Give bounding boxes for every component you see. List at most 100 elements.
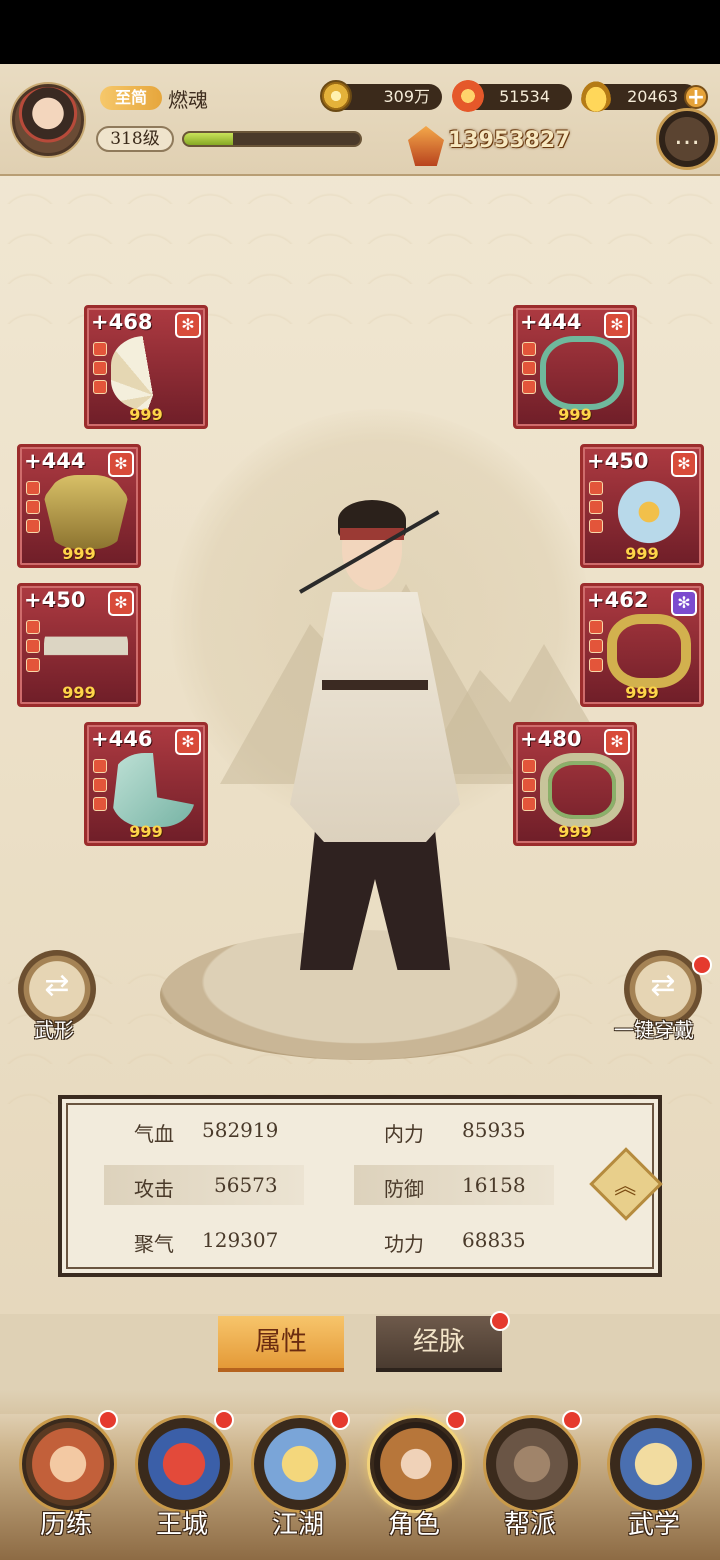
chat-button[interactable] <box>656 108 718 170</box>
gem-socket-icon <box>604 312 630 338</box>
stat-label: 气血 <box>134 1122 174 1146</box>
character-model[interactable] <box>260 500 490 1000</box>
enhance-level: +462 <box>587 588 649 612</box>
belt-icon <box>44 614 128 688</box>
item-count: 999 <box>62 683 96 702</box>
flame-crystal-value: 51534 <box>499 87 550 106</box>
martial-scroll-icon <box>610 1418 702 1510</box>
notification-dot <box>490 1311 510 1331</box>
stat-label: 攻击 <box>134 1177 174 1201</box>
notification-dot <box>214 1410 234 1430</box>
equip-slot-fan[interactable]: +468 999 <box>84 305 208 429</box>
equip-slot-boots[interactable]: +446 999 <box>84 722 208 846</box>
gem-socket-icon <box>175 729 201 755</box>
enhance-level: +480 <box>520 727 582 751</box>
tab-meridians[interactable]: 经脉 <box>376 1316 502 1372</box>
stat-label: 聚气 <box>134 1232 174 1256</box>
sword-lion-icon <box>254 1418 346 1510</box>
nav-character[interactable]: 角色 <box>360 1408 468 1558</box>
exp-bar <box>182 131 362 147</box>
refine-pips <box>26 481 40 538</box>
notification-dot <box>330 1410 350 1430</box>
refine-pips <box>522 759 536 816</box>
nav-label: 王城 <box>155 1510 208 1540</box>
item-count: 999 <box>62 544 96 563</box>
gem-socket-icon <box>108 451 134 477</box>
stat-value: 56573 <box>214 1173 278 1197</box>
enhance-level: +444 <box>520 310 582 334</box>
auto-equip-label: 一键穿戴 <box>614 1018 694 1042</box>
item-count: 999 <box>129 405 163 424</box>
gold-ingot-icon <box>580 80 612 112</box>
refine-pips <box>589 481 603 538</box>
stat-value: 85935 <box>462 1118 526 1142</box>
status-bar <box>0 0 720 64</box>
wave-pattern <box>0 164 720 324</box>
stat-row: 聚气 129307 功力 68835 <box>104 1220 564 1260</box>
notification-dot <box>446 1410 466 1430</box>
flame-crystal-icon <box>452 80 484 112</box>
enhance-level: +450 <box>24 588 86 612</box>
copper-coin-counter[interactable]: 309万 <box>320 80 442 112</box>
stat-label: 防御 <box>384 1177 424 1201</box>
nav-training[interactable]: 历练 <box>12 1408 120 1558</box>
gem-socket-icon <box>175 312 201 338</box>
gem-socket-icon <box>671 590 697 616</box>
gem-socket-icon <box>108 590 134 616</box>
stat-label: 功力 <box>384 1232 424 1256</box>
player-header <box>0 64 720 176</box>
nav-label: 武学 <box>627 1510 680 1540</box>
armor-icon <box>44 475 128 549</box>
palace-gate-icon <box>138 1418 230 1510</box>
notification-dot <box>692 955 712 975</box>
boots-icon <box>111 753 195 827</box>
equip-slot-belt[interactable]: +450 999 <box>17 583 141 707</box>
item-count: 999 <box>558 822 592 841</box>
refine-pips <box>589 620 603 677</box>
stat-value: 582919 <box>202 1118 279 1142</box>
equip-slot-armor[interactable]: +444 999 <box>17 444 141 568</box>
nav-jianghu[interactable]: 江湖 <box>244 1408 352 1558</box>
item-count: 999 <box>625 683 659 702</box>
training-scroll-icon <box>22 1418 114 1510</box>
gold-ingot-counter[interactable]: 20463 <box>580 80 698 112</box>
gold-ingot-value: 20463 <box>627 87 678 106</box>
item-count: 999 <box>558 405 592 424</box>
equip-slot-hairpin[interactable]: +450 999 <box>580 444 704 568</box>
flower-hairpin-icon <box>607 475 691 549</box>
tab-attributes[interactable]: 属性 <box>218 1316 344 1372</box>
guild-seal-icon <box>486 1418 578 1510</box>
enhance-level: +444 <box>24 449 86 473</box>
player-avatar[interactable] <box>12 84 84 156</box>
notification-dot <box>98 1410 118 1430</box>
copper-coin-value: 309万 <box>383 87 430 106</box>
appearance-label: 武形 <box>34 1018 74 1042</box>
stat-label: 内力 <box>384 1122 424 1146</box>
item-count: 999 <box>129 822 163 841</box>
recharge-plus-button[interactable]: + <box>684 85 708 109</box>
nav-guild[interactable]: 帮派 <box>476 1408 584 1558</box>
rank-badge: 至简 <box>100 86 162 110</box>
stat-value: 129307 <box>202 1228 279 1252</box>
enhance-level: +468 <box>91 310 153 334</box>
copper-coin-icon <box>320 80 352 112</box>
refine-pips <box>93 342 107 399</box>
refine-pips <box>522 342 536 399</box>
combat-power-value: 13953827 <box>448 128 571 153</box>
flame-crystal-counter[interactable]: 51534 <box>452 80 572 112</box>
necklace-icon <box>540 336 624 410</box>
enhance-level: +450 <box>587 449 649 473</box>
transform-icon: ⇄ <box>44 968 70 1003</box>
equip-slot-bracer[interactable]: +462 999 <box>580 583 704 707</box>
notification-dot <box>562 1410 582 1430</box>
stat-row: 攻击 56573 防御 16158 <box>104 1165 564 1205</box>
gem-socket-icon <box>604 729 630 755</box>
nav-royal-city[interactable]: 王城 <box>128 1408 236 1558</box>
nav-label: 角色 <box>387 1510 440 1540</box>
nav-martial-arts[interactable]: 武学 <box>600 1408 708 1558</box>
hero-hat-icon <box>370 1418 462 1510</box>
equip-slot-necklace[interactable]: +444 999 <box>513 305 637 429</box>
enhance-level: +446 <box>91 727 153 751</box>
nav-label: 江湖 <box>271 1510 324 1540</box>
equip-slot-ring[interactable]: +480 999 <box>513 722 637 846</box>
